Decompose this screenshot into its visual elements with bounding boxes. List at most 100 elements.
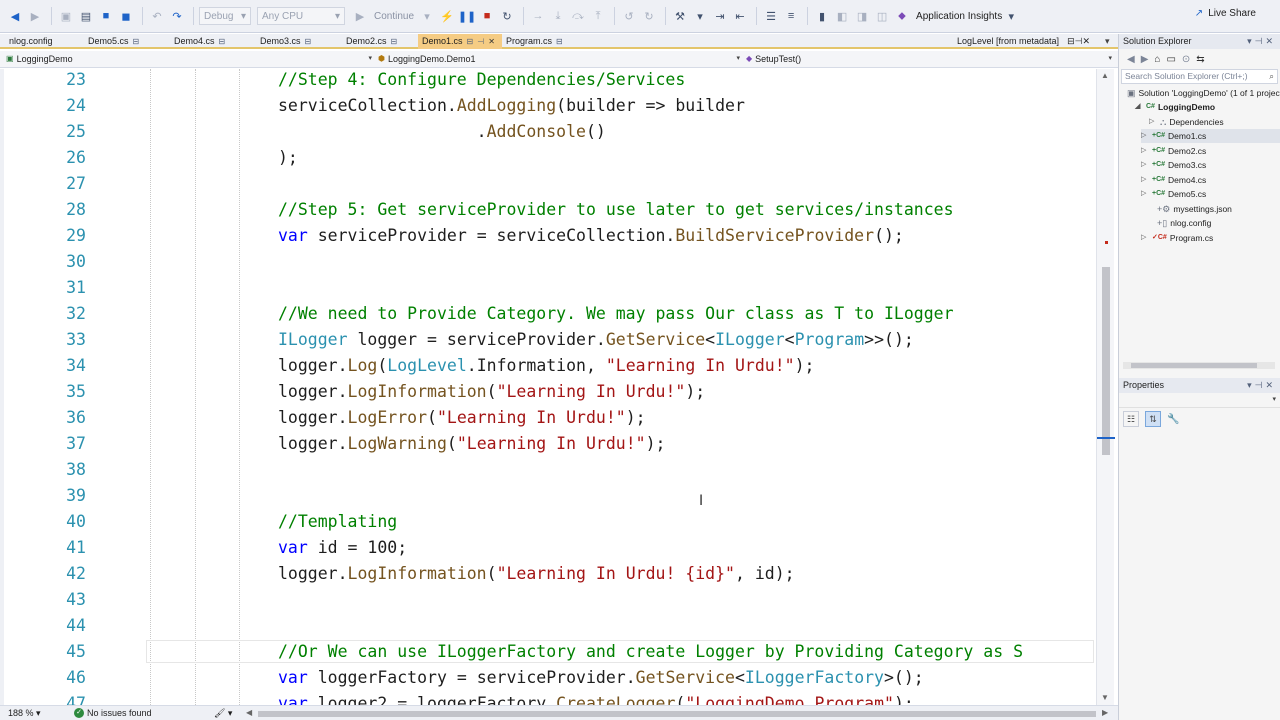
tab-nlog-config[interactable]: nlog.config xyxy=(5,34,53,49)
tree-item-demo5[interactable]: ▷ +C# Demo5.cs xyxy=(1141,187,1206,201)
panel-window-buttons[interactable]: ▾⊣✕ xyxy=(1247,378,1276,393)
code-editor[interactable]: 23 //Step 4: Configure Dependencies/Servi… xyxy=(0,69,1096,705)
application-insights-button[interactable]: Application Insights xyxy=(916,11,1002,22)
collapsed-icon[interactable]: ▷ xyxy=(1141,173,1149,187)
tree-project-node[interactable]: ◢ C# LoggingDemo xyxy=(1135,100,1215,114)
switch-views-icon[interactable]: ▭ xyxy=(1166,54,1175,65)
undo-icon[interactable]: ↶ xyxy=(148,7,166,25)
code-line[interactable]: 26); xyxy=(0,145,1096,171)
expanded-icon[interactable]: ◢ xyxy=(1135,100,1143,114)
navigate-back-icon[interactable]: ↺ xyxy=(620,7,638,25)
member-dropdown[interactable]: ◆ SetupTest() ▾ xyxy=(746,52,1114,66)
indent-icon[interactable]: ⇥ xyxy=(711,7,729,25)
tab-demo4[interactable]: Demo4.cs ⊟ xyxy=(170,34,225,49)
code-line[interactable]: 28 //Step 5: Get serviceProvider to use l… xyxy=(0,197,1096,223)
pending-changes-icon[interactable]: ⊙ xyxy=(1182,54,1190,65)
pin-icon[interactable]: ⊟ xyxy=(133,37,140,46)
se-scroll-thumb[interactable] xyxy=(1131,363,1257,368)
next-bookmark-icon[interactable]: ◨ xyxy=(853,7,871,25)
tab-overflow-chevron-icon[interactable]: ▾ xyxy=(1105,34,1110,49)
previous-bookmark-icon[interactable]: ◧ xyxy=(833,7,851,25)
chevron-down-icon[interactable]: ▾ xyxy=(1002,7,1020,25)
zoom-dropdown[interactable]: 188 % ▾ xyxy=(8,706,41,720)
collapsed-icon[interactable]: ▷ xyxy=(1141,158,1149,172)
editor-vertical-scrollbar[interactable]: ▲ ▼ xyxy=(1096,69,1115,705)
scroll-left-icon[interactable]: ◀ xyxy=(246,706,252,720)
code-line[interactable]: 46 var loggerFactory = serviceProvider.Ge… xyxy=(0,665,1096,691)
scroll-thumb[interactable] xyxy=(1102,267,1110,455)
horizontal-scroll-thumb[interactable] xyxy=(258,711,1096,717)
panel-window-buttons[interactable]: ▾⊣✕ xyxy=(1247,34,1276,49)
tree-item-program[interactable]: ▷ ✓C# Program.cs xyxy=(1141,231,1213,245)
step-out-icon[interactable]: ⤒ xyxy=(589,7,607,25)
code-line[interactable]: 29 var serviceProvider = serviceCollectio… xyxy=(0,223,1096,249)
tree-solution-node[interactable]: ▣ Solution 'LoggingDemo' (1 of 1 project) xyxy=(1127,86,1280,100)
keep-open-icon[interactable]: ⊣ xyxy=(477,37,484,46)
collapsed-icon[interactable]: ▷ xyxy=(1141,129,1149,143)
collapsed-icon[interactable]: ▷ xyxy=(1141,187,1149,201)
tab-program[interactable]: Program.cs ⊟ xyxy=(502,34,563,49)
scroll-down-icon[interactable]: ▼ xyxy=(1101,693,1109,702)
step-into-icon[interactable]: ⤓ xyxy=(549,7,567,25)
chevron-down-icon[interactable]: ▾ xyxy=(691,7,709,25)
pin-icon[interactable]: ⊟ xyxy=(219,37,226,46)
search-solution-explorer-input[interactable]: Search Solution Explorer (Ctrl+;) ⌕ xyxy=(1121,69,1278,84)
comment-icon[interactable]: ☰ xyxy=(762,7,780,25)
code-line[interactable]: 23 //Step 4: Configure Dependencies/Servi… xyxy=(0,69,1096,93)
forward-icon[interactable]: ▶ xyxy=(26,7,44,25)
configuration-dropdown[interactable]: Debug ▾ xyxy=(199,7,251,25)
tab-demo3[interactable]: Demo3.cs ⊟ xyxy=(256,34,311,49)
bookmark-icon[interactable]: ▮ xyxy=(813,7,831,25)
code-line[interactable]: 47 var logger2 = loggerFactory.CreateLogg… xyxy=(0,691,1096,705)
app-insights-icon[interactable]: ⬥ xyxy=(893,7,911,25)
pin-icon[interactable]: ⊟ xyxy=(556,37,563,46)
se-horizontal-scrollbar[interactable] xyxy=(1123,362,1275,369)
type-dropdown[interactable]: ⬢ LoggingDemo.Demo1 ▾ xyxy=(378,52,742,66)
platform-dropdown[interactable]: Any CPU ▾ xyxy=(257,7,345,25)
clear-bookmarks-icon[interactable]: ◫ xyxy=(873,7,891,25)
tab-demo5[interactable]: Demo5.cs ⊟ xyxy=(84,34,139,49)
pin-icon[interactable]: ⊟ xyxy=(1067,36,1075,46)
collapsed-icon[interactable]: ▷ xyxy=(1141,144,1149,158)
save-icon[interactable]: ■ xyxy=(97,7,115,25)
tab-demo1[interactable]: Demo1.cs ⊟ ⊣ ✕ xyxy=(418,34,502,49)
pin-icon[interactable]: ⊟ xyxy=(467,37,474,46)
step-over-icon[interactable]: ⤼ xyxy=(569,7,587,25)
pause-icon[interactable]: ❚❚ xyxy=(458,7,476,25)
pin-icon[interactable]: ⊟ xyxy=(305,37,312,46)
outdent-icon[interactable]: ⇤ xyxy=(731,7,749,25)
navigate-forward-icon[interactable]: ↻ xyxy=(640,7,658,25)
continue-icon[interactable]: ▶ xyxy=(351,7,369,25)
categorized-icon[interactable]: ☷ xyxy=(1123,411,1139,427)
tab-demo2[interactable]: Demo2.cs ⊟ xyxy=(342,34,397,49)
tree-item-demo1[interactable]: ▷ +C# Demo1.cs xyxy=(1141,129,1280,143)
code-line[interactable]: 42 logger.LogInformation("Learning In Urd… xyxy=(0,561,1096,587)
code-line[interactable]: 36 logger.LogError("Learning In Urdu!"); xyxy=(0,405,1096,431)
tree-item-nlog-config[interactable]: +▯ nlog.config xyxy=(1157,216,1211,230)
code-line[interactable]: 31 xyxy=(0,275,1096,301)
alphabetical-icon[interactable]: ⇅ xyxy=(1145,411,1161,427)
tree-item-demo2[interactable]: ▷ +C# Demo2.cs xyxy=(1141,144,1206,158)
collapsed-icon[interactable]: ▷ xyxy=(1141,231,1149,245)
sync-icon[interactable]: ⇆ xyxy=(1196,54,1204,65)
scroll-up-icon[interactable]: ▲ xyxy=(1101,71,1109,80)
brush-icon[interactable]: 🖌 ▾ xyxy=(214,706,232,720)
project-dropdown[interactable]: ▣ LoggingDemo ▾ xyxy=(6,52,374,66)
pin-icon[interactable]: ⊟ xyxy=(391,37,398,46)
code-line[interactable]: 40 //Templating xyxy=(0,509,1096,535)
code-line[interactable]: 37 logger.LogWarning("Learning In Urdu!")… xyxy=(0,431,1096,457)
home-icon[interactable]: ⌂ xyxy=(1154,54,1160,65)
back-icon[interactable]: ◀ xyxy=(6,7,24,25)
code-line[interactable]: 38 xyxy=(0,457,1096,483)
new-project-icon[interactable]: ▣ xyxy=(57,7,75,25)
code-line[interactable]: 24 serviceCollection.AddLogging(builder =… xyxy=(0,93,1096,119)
code-line[interactable]: 33 ILogger logger = serviceProvider.GetSe… xyxy=(0,327,1096,353)
tab-loglevel-metadata[interactable]: LogLevel [from metadata] ⊟⊣✕ xyxy=(957,34,1090,49)
code-line[interactable]: 25 .AddConsole() xyxy=(0,119,1096,145)
code-line[interactable]: 34 logger.Log(LogLevel.Information, "Lear… xyxy=(0,353,1096,379)
tools-icon[interactable]: ⚒ xyxy=(671,7,689,25)
issues-indicator[interactable]: ✓ No issues found xyxy=(74,706,152,720)
save-all-icon[interactable]: ◼ xyxy=(117,7,135,25)
properties-object-dropdown[interactable]: ▾ xyxy=(1119,393,1280,408)
code-line[interactable]: 27 xyxy=(0,171,1096,197)
